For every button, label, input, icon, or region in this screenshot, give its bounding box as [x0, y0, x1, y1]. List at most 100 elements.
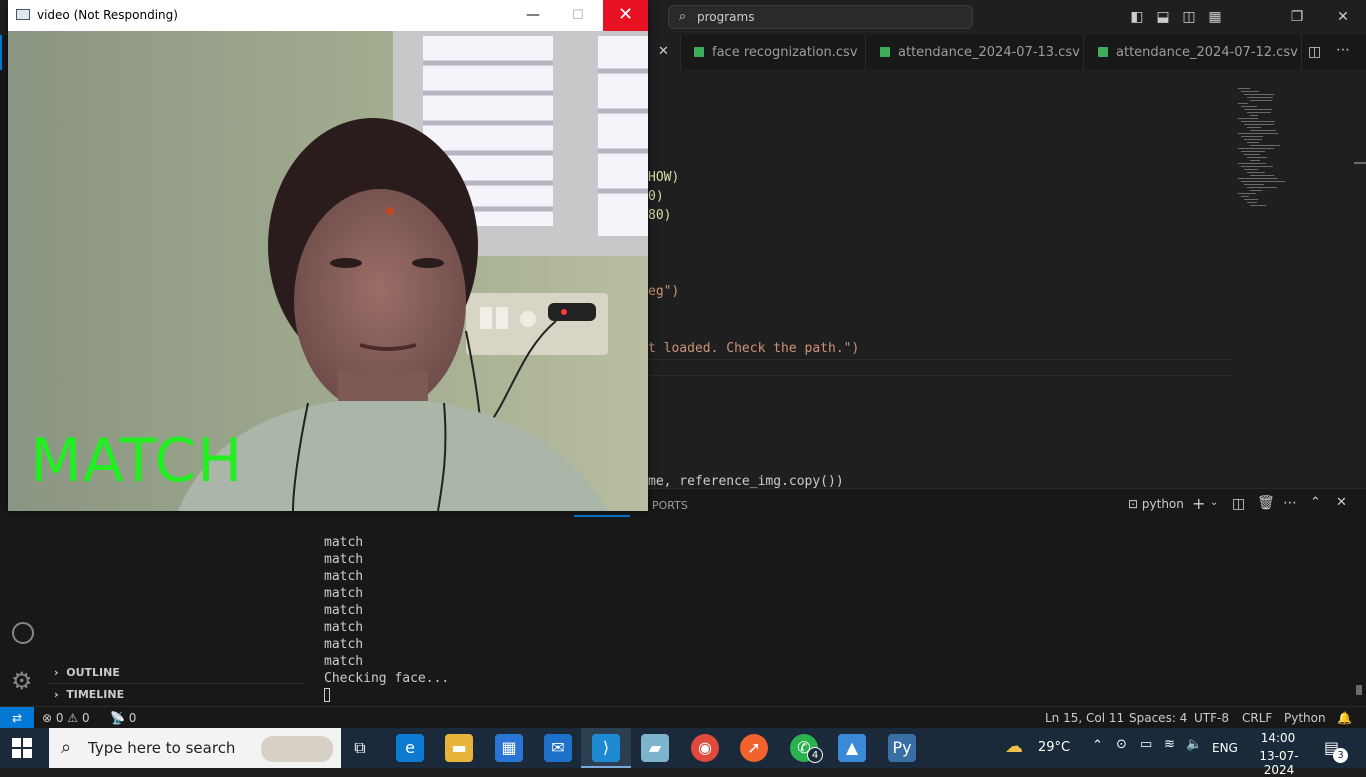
- code-line: HOW): [648, 170, 680, 185]
- tab-active-partial[interactable]: ✕: [648, 35, 681, 70]
- chevron-up-icon[interactable]: ⌃: [1092, 738, 1103, 753]
- trash-icon[interactable]: 🗑: [1257, 495, 1275, 511]
- error-icon: ⊗: [42, 711, 53, 725]
- input-language[interactable]: ENG: [1212, 728, 1238, 768]
- ports-count: 0: [128, 711, 137, 725]
- close-button[interactable]: ✕: [603, 0, 648, 31]
- taskbar-search-box[interactable]: ⌕ Type here to search: [49, 728, 341, 768]
- task-view-icon[interactable]: ⧉: [346, 734, 374, 762]
- bell-icon[interactable]: 🔔: [1337, 707, 1352, 729]
- encoding-status[interactable]: UTF-8: [1194, 707, 1229, 729]
- outline-section[interactable]: › OUTLINE: [54, 666, 120, 679]
- minimap-line: [1247, 202, 1257, 203]
- split-terminal-icon[interactable]: ◫: [1232, 496, 1245, 512]
- maximize-panel-icon[interactable]: ⌃: [1310, 495, 1321, 510]
- remote-indicator-icon[interactable]: ⇄: [0, 707, 34, 729]
- minimap-line: [1244, 154, 1260, 155]
- python-icon[interactable]: Py: [888, 734, 916, 762]
- vscode-icon[interactable]: ⟩: [592, 734, 620, 762]
- weather-temperature[interactable]: 29°C: [1038, 728, 1070, 768]
- clock-date[interactable]: 13-07-2024: [1250, 749, 1308, 777]
- chevron-right-icon: ›: [54, 688, 59, 701]
- terminal-output-line: match: [324, 552, 364, 567]
- weather-icon[interactable]: ☁: [1005, 736, 1023, 757]
- window-app-icon: [16, 9, 30, 20]
- chevron-down-icon[interactable]: ⌄: [1210, 497, 1218, 508]
- minimap[interactable]: [1238, 88, 1348, 208]
- postman-icon[interactable]: ➚: [740, 734, 768, 762]
- tab-face-recognization-csv[interactable]: face recognization.csv: [680, 35, 866, 70]
- clock-time[interactable]: 14:00: [1252, 731, 1304, 745]
- webcam-in-use-icon[interactable]: ⊙: [1116, 737, 1127, 752]
- minimap-line: [1244, 184, 1264, 185]
- photos-icon[interactable]: ▲: [838, 734, 866, 762]
- notes-app-icon[interactable]: ▰: [641, 734, 669, 762]
- terminal-selector[interactable]: ⊡ python: [1128, 497, 1184, 511]
- timeline-label: TIMELINE: [66, 688, 125, 701]
- minimap-line: [1247, 157, 1267, 158]
- account-icon[interactable]: [12, 622, 34, 644]
- minimap-line: [1241, 196, 1249, 197]
- mail-icon[interactable]: ✉: [544, 734, 572, 762]
- minimap-line: [1241, 136, 1263, 137]
- minimize-icon[interactable]: —: [526, 0, 540, 31]
- terminal-output-line: match: [324, 586, 364, 601]
- minimap-line: [1250, 205, 1266, 206]
- csv-file-icon: [880, 47, 890, 57]
- restore-icon[interactable]: ❐: [1288, 8, 1306, 26]
- indentation-status[interactable]: Spaces: 4: [1129, 707, 1187, 729]
- outline-label: OUTLINE: [66, 666, 120, 679]
- more-actions-icon[interactable]: ⋯: [1336, 42, 1350, 58]
- edge-icon[interactable]: e: [396, 734, 424, 762]
- error-count: 0: [55, 711, 64, 725]
- webcam-frame: MATCH: [8, 31, 648, 511]
- ports-status[interactable]: 📡 0: [110, 707, 136, 729]
- minimap-line: [1238, 88, 1250, 89]
- explorer-sidebar-lower: › OUTLINE › TIMELINE: [48, 488, 305, 706]
- language-status[interactable]: Python: [1284, 707, 1326, 729]
- toggle-panel-icon[interactable]: ⬓: [1154, 8, 1172, 26]
- terminal-panel: PORTS ⊡ python + ⌄ ◫ 🗑 ⋯ ⌃ ✕: [304, 488, 1366, 707]
- warning-icon: ⚠: [67, 711, 79, 725]
- customize-layout-icon[interactable]: ▦: [1206, 8, 1224, 26]
- command-center-search[interactable]: ⌕ programs: [668, 5, 973, 29]
- tab-attendance-2024-07-12[interactable]: attendance_2024-07-12.csv: [1084, 35, 1302, 70]
- divider: [648, 359, 1232, 360]
- new-terminal-icon[interactable]: +: [1192, 494, 1205, 513]
- divider: [648, 375, 1232, 376]
- windows-start-icon[interactable]: [12, 738, 32, 758]
- toggle-secondary-sidebar-icon[interactable]: ◫: [1180, 8, 1198, 26]
- close-icon[interactable]: ✕: [658, 44, 669, 59]
- eol-status[interactable]: CRLF: [1242, 707, 1272, 729]
- wifi-icon[interactable]: ≋: [1164, 737, 1175, 752]
- tab-ports[interactable]: PORTS: [652, 499, 688, 512]
- more-actions-icon[interactable]: ⋯: [1283, 495, 1297, 511]
- tab-attendance-2024-07-13[interactable]: attendance_2024-07-13.csv: [866, 35, 1084, 70]
- volume-icon[interactable]: 🔈: [1186, 737, 1202, 752]
- video-window[interactable]: video (Not Responding) — ☐ ✕ MATCH: [8, 0, 648, 511]
- file-explorer-icon[interactable]: ▬: [445, 734, 473, 762]
- chevron-right-icon: ›: [54, 666, 59, 679]
- timeline-section[interactable]: › TIMELINE: [54, 688, 124, 701]
- minimap-line: [1250, 175, 1274, 176]
- active-indicator: [0, 35, 2, 70]
- battery-icon[interactable]: ▭: [1140, 737, 1152, 752]
- minimap-line: [1250, 115, 1258, 116]
- maximize-icon[interactable]: ☐: [572, 0, 584, 31]
- chrome-icon[interactable]: ◉: [691, 734, 719, 762]
- close-panel-icon[interactable]: ✕: [1336, 495, 1347, 510]
- close-icon[interactable]: ✕: [1334, 8, 1352, 26]
- video-window-title-bar[interactable]: video (Not Responding) — ☐ ✕: [8, 0, 648, 31]
- toggle-primary-sidebar-icon[interactable]: ◧: [1128, 8, 1146, 26]
- microsoft-store-icon[interactable]: ▦: [495, 734, 523, 762]
- cursor-position[interactable]: Ln 15, Col 11: [1045, 707, 1124, 729]
- minimap-line: [1238, 148, 1274, 149]
- minimap-line: [1244, 109, 1272, 110]
- code-line: eg"): [648, 284, 680, 299]
- scrollbar-thumb[interactable]: [1356, 685, 1362, 695]
- terminal-output-line: Checking face...: [324, 671, 450, 686]
- problems-status[interactable]: ⊗ 0 ⚠ 0: [42, 707, 90, 729]
- gear-icon[interactable]: ⚙: [11, 669, 33, 693]
- minimap-line: [1238, 103, 1248, 104]
- split-editor-icon[interactable]: ◫: [1308, 44, 1321, 60]
